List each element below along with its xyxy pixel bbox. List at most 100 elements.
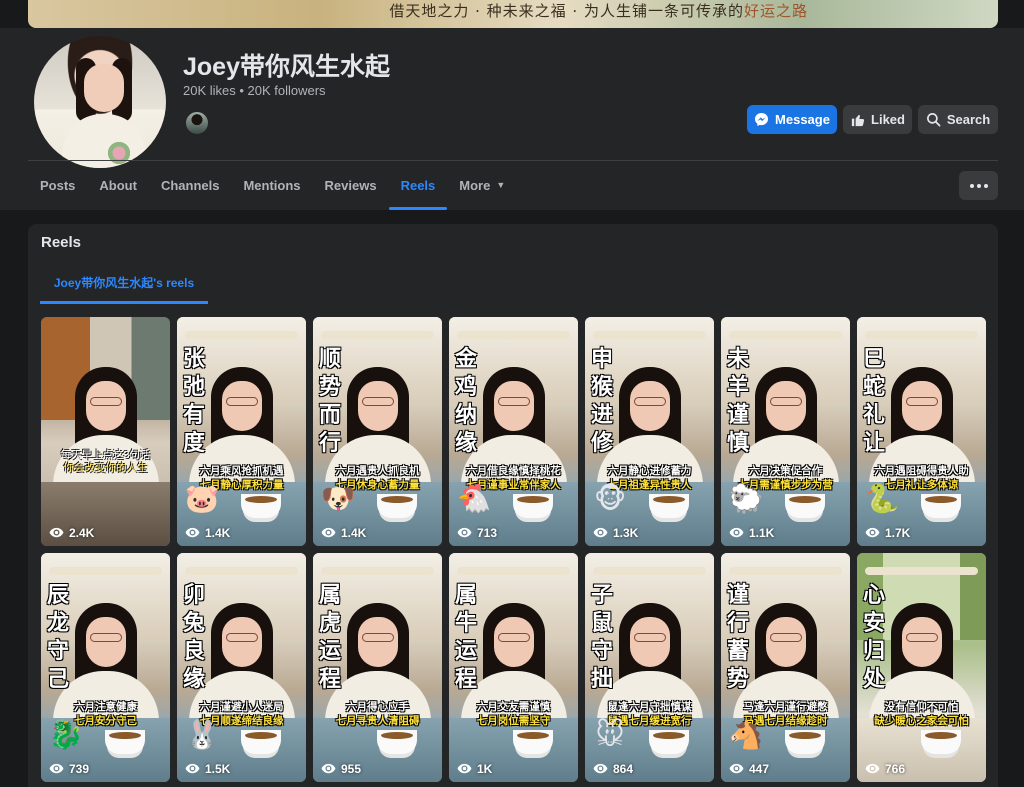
glasses-icon xyxy=(634,397,666,406)
tab-channels[interactable]: Channels xyxy=(149,161,232,209)
cover-photo: 借天地之力 · 种未来之福 · 为人生铺一条可传承的好运之路 xyxy=(28,0,998,28)
view-count-value: 1.7K xyxy=(885,525,911,540)
glasses-icon xyxy=(498,633,530,642)
eye-icon xyxy=(729,763,744,774)
reel-thumbnail[interactable]: 顺势而行 六月遇贵人抓良机 七月休身心蓄力量 🐶 1.4K xyxy=(313,317,442,546)
reel-thumbnail[interactable]: 辰龙守己 六月注意健康 七月安分守己 🐉 739 xyxy=(41,553,170,782)
reel-caption-line2: 七月寻贵人清阻碍 xyxy=(335,715,420,727)
reel-thumbnail[interactable]: 卯兔良缘 六月谨避小人迷局 七月顺遂缔结良缘 🐰 1.5K xyxy=(177,553,306,782)
reel-headline: 子鼠守拙 xyxy=(591,582,614,692)
reel-thumbnail[interactable]: 谨行蓄势 马逢六月谨行避憋 马遇七月结缘趁时 🐴 447 xyxy=(721,553,850,782)
reels-section: Reels Joey带你风生水起's reels 每天早上点这3句话 你会改变你的… xyxy=(28,224,998,787)
view-count: 1.5K xyxy=(185,761,230,776)
ceiling-lamp xyxy=(593,567,706,575)
view-count-value: 1.3K xyxy=(613,525,639,540)
ceiling-lamp xyxy=(729,567,842,575)
teacup-icon xyxy=(241,494,281,518)
search-button[interactable]: Search xyxy=(918,105,998,134)
teacup-icon xyxy=(921,494,961,518)
zodiac-sticker-icon: 🐵 xyxy=(593,483,627,514)
presenter-face xyxy=(86,617,126,667)
zodiac-sticker-icon: 🐑 xyxy=(728,483,764,514)
reel-headline: 心安归处 xyxy=(863,582,886,692)
eye-icon xyxy=(865,527,880,538)
view-count-value: 1.1K xyxy=(749,525,775,540)
reel-caption-line1: 马逢六月谨行避憋 xyxy=(743,701,828,713)
reel-thumbnail[interactable]: 张弛有度 六月乘风抢抓机遇 七月静心厚积力量 🐷 1.4K xyxy=(177,317,306,546)
view-count-value: 1.4K xyxy=(205,525,231,540)
search-icon xyxy=(926,113,941,127)
zodiac-sticker-icon: 🐷 xyxy=(184,483,220,514)
eye-icon xyxy=(185,763,200,774)
reel-thumbnail[interactable]: 子鼠守拙 鼠逢六月守拙慎谋 鼠遇七月缓进宽行 🐭 864 xyxy=(585,553,714,782)
view-count-value: 1K xyxy=(477,761,493,776)
profile-picture[interactable] xyxy=(30,32,170,172)
ceiling-lamp xyxy=(321,331,434,339)
view-count: 1K xyxy=(457,761,492,776)
liked-button[interactable]: Liked xyxy=(843,105,912,134)
presenter-face xyxy=(222,381,262,431)
more-options-button[interactable] xyxy=(959,171,998,200)
reel-caption-line1: 六月借良缘慎择桃花 xyxy=(466,465,561,477)
ceiling-lamp xyxy=(185,331,298,339)
eye-icon xyxy=(593,527,608,538)
glasses-icon xyxy=(362,633,394,642)
view-count: 1.4K xyxy=(185,525,230,540)
tab-posts[interactable]: Posts xyxy=(28,161,87,209)
search-label: Search xyxy=(946,112,991,127)
reel-caption-line1: 六月遇阻碍得贵人助 xyxy=(874,465,969,477)
reel-thumbnail[interactable]: 未羊谨慎 六月决策促合作 七月需谨慎步步为营 🐑 1.1K xyxy=(721,317,850,546)
reel-thumbnail[interactable]: 属牛运程 六月交友需谨慎 七月岗位需坚守 1K xyxy=(449,553,578,782)
ceiling-lamp xyxy=(185,567,298,575)
zodiac-sticker-icon: 🐶 xyxy=(320,483,356,514)
view-count: 447 xyxy=(729,761,769,776)
tab-reviews[interactable]: Reviews xyxy=(313,161,389,209)
message-button[interactable]: Message xyxy=(747,105,837,134)
reel-thumbnail[interactable]: 每天早上点这3句话 你会改变你的人生 2.4K xyxy=(41,317,170,546)
follower-avatar[interactable] xyxy=(184,110,210,136)
zodiac-sticker-icon: 🐔 xyxy=(456,483,492,514)
eye-icon xyxy=(321,763,336,774)
reel-headline: 未羊谨慎 xyxy=(727,346,750,456)
reels-grid: 每天早上点这3句话 你会改变你的人生 2.4K 张弛有度 六月乘风抢抓机遇 七月静心厚积力… xyxy=(41,317,986,782)
reel-headline: 巳蛇礼让 xyxy=(863,346,886,456)
eye-icon xyxy=(593,763,608,774)
page-tabs: Posts About Channels Mentions Reviews Re… xyxy=(28,161,517,210)
teacup-icon xyxy=(105,730,145,754)
tab-mentions[interactable]: Mentions xyxy=(231,161,312,209)
ceiling-lamp xyxy=(593,331,706,339)
page-title: Joey带你风生水起 xyxy=(183,53,390,81)
teacup-icon xyxy=(241,730,281,754)
teacup-icon xyxy=(921,730,961,754)
reel-caption-line1: 六月得心应手 xyxy=(346,701,409,713)
messenger-icon xyxy=(754,112,769,127)
tab-more[interactable]: More ▼ xyxy=(447,161,517,209)
dot-icon xyxy=(983,183,988,188)
glasses-icon xyxy=(90,397,122,406)
tab-reels[interactable]: Reels xyxy=(388,161,448,210)
reel-thumbnail[interactable]: 心安归处 没有信仰不可怕 缺少暖心之家会可怕 766 xyxy=(857,553,986,782)
page-stats[interactable]: 20K likes • 20K followers xyxy=(183,83,326,98)
teacup-icon xyxy=(377,494,417,518)
reel-headline: 谨行蓄势 xyxy=(727,582,750,692)
teacup-icon xyxy=(513,494,553,518)
reels-subtab[interactable]: Joey带你风生水起's reels xyxy=(40,260,208,304)
teacup-icon xyxy=(377,730,417,754)
presenter-face xyxy=(902,381,942,431)
tab-about[interactable]: About xyxy=(87,161,149,209)
glasses-icon xyxy=(226,633,258,642)
view-count: 955 xyxy=(321,761,361,776)
view-count-value: 739 xyxy=(69,761,90,776)
reel-thumbnail[interactable]: 金鸡纳缘 六月借良缘慎择桃花 七月谨事业常伴家人 🐔 713 xyxy=(449,317,578,546)
reel-thumbnail[interactable]: 属虎运程 六月得心应手 七月寻贵人清阻碍 955 xyxy=(313,553,442,782)
dot-icon xyxy=(976,183,981,188)
reel-thumbnail[interactable]: 巳蛇礼让 六月遇阻碍得贵人助 七月礼让多体谅 🐍 1.7K xyxy=(857,317,986,546)
reel-thumbnail[interactable]: 申猴进修 六月静心进修蓄力 七月祖逢异性贵人 🐵 1.3K xyxy=(585,317,714,546)
presenter-face xyxy=(766,617,806,667)
zodiac-sticker-icon: 🐴 xyxy=(728,719,764,750)
reel-headline: 属虎运程 xyxy=(319,582,342,692)
reel-caption-line1: 六月静心进修蓄力 xyxy=(607,465,692,477)
view-count-value: 1.5K xyxy=(205,761,231,776)
view-count-value: 2.4K xyxy=(69,525,95,540)
ceiling-lamp xyxy=(457,331,570,339)
